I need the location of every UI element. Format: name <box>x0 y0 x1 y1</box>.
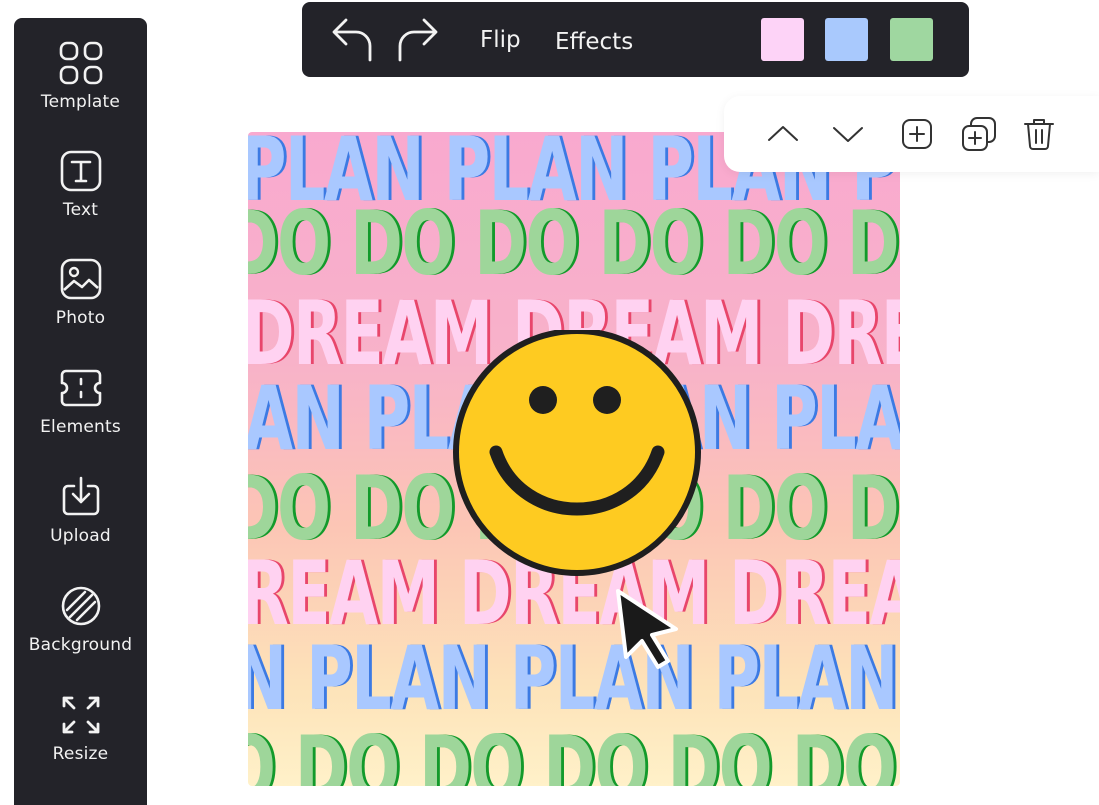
pattern-row: N PLAN PLAN PLAN PLAN PL <box>248 627 900 730</box>
sidebar-item-background[interactable]: Background <box>14 583 147 683</box>
background-icon <box>61 586 100 626</box>
sidebar-item-label: Template <box>40 92 121 112</box>
upload-icon <box>62 476 99 516</box>
sidebar-item-photo[interactable]: Photo <box>14 256 147 356</box>
sidebar-item-label: Text <box>62 200 99 220</box>
selection-controls <box>724 96 1099 172</box>
duplicate-icon <box>962 117 996 151</box>
sidebar-item-label: Photo <box>55 308 106 328</box>
flip-button[interactable]: Flip <box>480 27 521 53</box>
add-button[interactable] <box>895 112 939 156</box>
redo-icon <box>398 18 438 62</box>
sidebar-item-label: Background <box>28 635 133 655</box>
color-swatch-green[interactable] <box>890 18 933 61</box>
sidebar-item-upload[interactable]: Upload <box>14 474 147 574</box>
undo-button[interactable] <box>330 14 376 64</box>
move-down-icon <box>833 127 863 142</box>
add-icon <box>902 119 932 149</box>
delete-button[interactable] <box>1017 112 1061 156</box>
move-down-button[interactable] <box>826 112 870 156</box>
pattern-row: DO DO DO DO DO DO DO DO <box>248 192 900 295</box>
sidebar-item-text[interactable]: Text <box>14 148 147 248</box>
sidebar-item-resize[interactable]: Resize <box>14 692 147 792</box>
photo-icon <box>60 258 101 300</box>
color-swatch-pink[interactable] <box>761 18 804 61</box>
duplicate-button[interactable] <box>957 112 1001 156</box>
undo-icon <box>332 18 372 62</box>
sidebar-item-template[interactable]: Template <box>14 40 147 140</box>
cursor-arrow-icon <box>616 589 678 669</box>
move-up-button[interactable] <box>761 112 805 156</box>
effects-button[interactable]: Effects <box>555 29 633 55</box>
sidebar-item-label: Upload <box>50 526 111 546</box>
pattern-row: O DO DO DO DO DO DO DO <box>248 717 900 787</box>
top-toolbar: Flip Effects <box>302 2 969 77</box>
delete-icon <box>1024 119 1054 150</box>
smiley-face-sticker[interactable] <box>452 330 702 580</box>
sidebar-item-label: Elements <box>40 417 121 437</box>
move-up-icon <box>768 126 798 141</box>
resize-icon <box>62 696 99 734</box>
sidebar-item-label: Resize <box>52 744 109 764</box>
template-grid-icon <box>59 41 102 85</box>
color-swatch-blue[interactable] <box>825 18 868 61</box>
elements-icon <box>60 369 101 407</box>
sidebar-item-elements[interactable]: Elements <box>14 365 147 465</box>
redo-button[interactable] <box>394 14 440 64</box>
text-icon <box>60 150 101 192</box>
sidebar: Template Text Photo Elements Upload Back… <box>14 18 147 805</box>
